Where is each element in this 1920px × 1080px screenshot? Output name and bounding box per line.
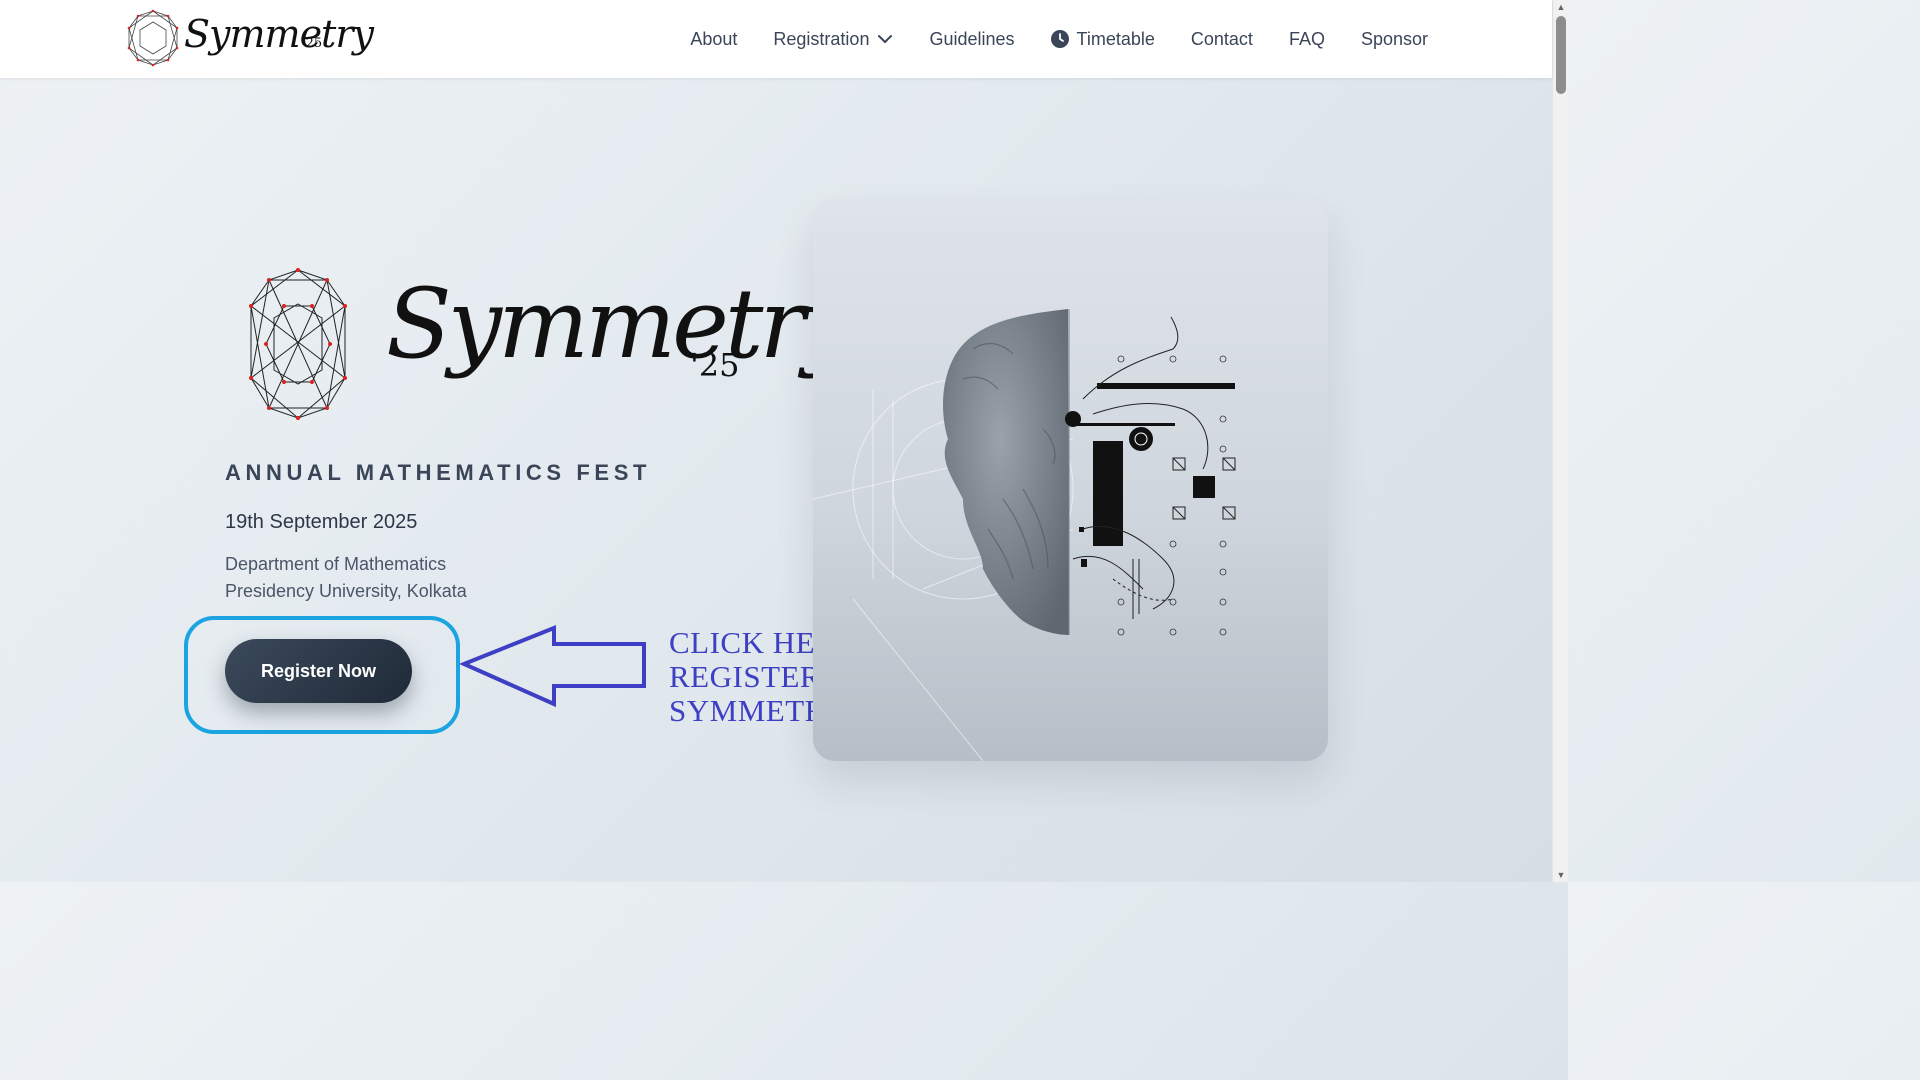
hero-logo: Symmetry '25 (224, 266, 856, 426)
decagon-logo-icon (127, 9, 179, 67)
vertical-scrollbar[interactable]: ▲ ▼ (1552, 0, 1568, 882)
nav-sponsor-label: Sponsor (1360, 28, 1428, 49)
left-arrow-annotation-icon (460, 625, 646, 708)
top-navbar: Symmetry '25 About Registration Guidelin… (0, 0, 1552, 78)
nav-timetable-label: Timetable (1076, 28, 1155, 49)
scroll-down-icon[interactable]: ▼ (1556, 870, 1566, 880)
nav-guidelines-label: Guidelines (929, 28, 1015, 49)
scrollbar-thumb[interactable] (1556, 16, 1566, 94)
brand-year: '25 (302, 36, 323, 51)
nav-guidelines[interactable]: Guidelines (929, 29, 1014, 50)
decagon-emblem-icon (249, 268, 347, 420)
nav-faq-label: FAQ (1288, 28, 1325, 49)
venue-line-2: Presidency University, Kolkata (225, 581, 467, 601)
main-nav: About Registration Guidelines Timetable … (690, 0, 1428, 78)
nav-contact-label: Contact (1190, 28, 1253, 49)
nav-sponsor[interactable]: Sponsor (1361, 29, 1428, 50)
hero-illustration (813, 199, 1328, 761)
clock-icon (1050, 30, 1069, 48)
event-date: 19th September 2025 (225, 511, 418, 533)
nav-registration[interactable]: Registration (773, 29, 893, 50)
nav-about-label: About (690, 28, 738, 49)
nav-about[interactable]: About (690, 29, 737, 50)
nav-registration-label: Registration (773, 28, 870, 49)
nav-faq[interactable]: FAQ (1289, 29, 1325, 50)
chevron-down-icon (878, 35, 893, 43)
statue-geometry-illustration (813, 309, 1236, 761)
venue-line-1: Department of Mathematics (225, 554, 447, 574)
hero-tagline: ANNUAL MATHEMATICS FEST (225, 460, 652, 485)
scroll-up-icon[interactable]: ▲ (1556, 2, 1566, 12)
event-venue: Department of Mathematics Presidency Uni… (225, 551, 467, 605)
hero-wordmark: Symmetry (386, 268, 856, 380)
brand-wordmark: Symmetry (184, 12, 374, 56)
nav-timetable[interactable]: Timetable (1050, 28, 1155, 50)
brand-logo[interactable]: Symmetry '25 (124, 8, 374, 70)
nav-contact[interactable]: Contact (1191, 29, 1253, 50)
hero-year: '25 (690, 346, 740, 384)
register-now-button[interactable]: Register Now (225, 639, 412, 703)
